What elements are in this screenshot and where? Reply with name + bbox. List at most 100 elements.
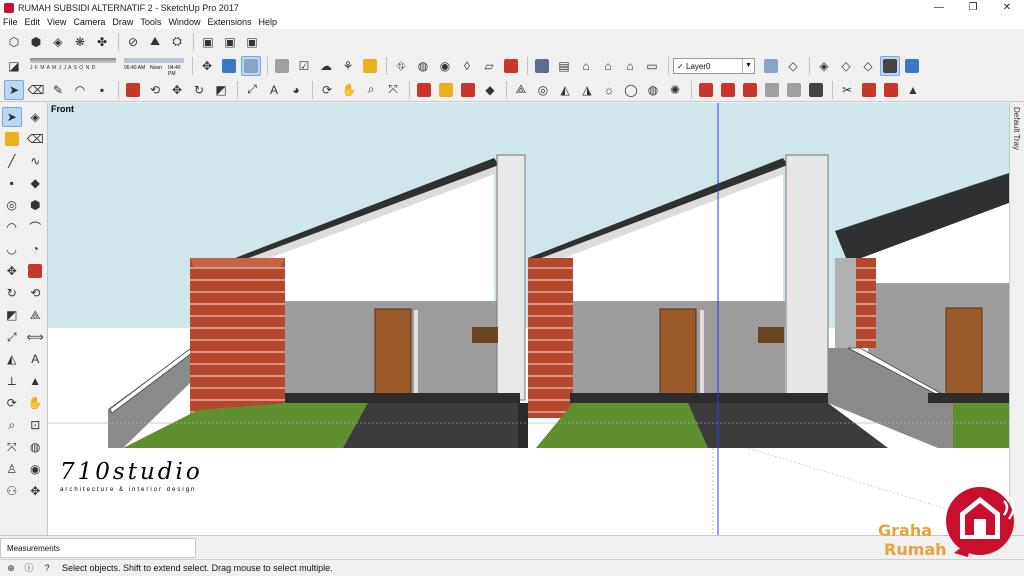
freehand-left-icon[interactable]: ∿ [25,151,45,171]
polygon-left-icon[interactable]: ⬢ [25,195,45,215]
paint-tool-icon[interactable]: ◕ [286,80,306,100]
close-button[interactable]: ✕ [990,0,1024,15]
walk-left-icon[interactable]: ⚇ [2,481,22,501]
outer-shell-icon[interactable] [806,80,826,100]
zoom-extents-left-icon[interactable]: ⤧ [2,437,22,457]
pan-tool-icon[interactable]: ✋ [339,80,359,100]
scale-left-icon[interactable]: ◩ [2,305,22,325]
scene-2-icon[interactable]: ▣ [220,32,240,52]
tape-measure-icon[interactable]: ⤢ [242,80,262,100]
paint-bucket-icon[interactable] [219,56,239,76]
tape-left-icon[interactable]: ⤢ [2,327,22,347]
geo-location-icon[interactable]: ⊕ [4,561,18,575]
scene-1-icon[interactable]: ▣ [198,32,218,52]
maximize-button[interactable]: ❐ [956,0,990,15]
3d-viewport[interactable]: Front 710studio architecture & interior … [48,103,1009,535]
text-tool-icon[interactable]: A [264,80,284,100]
shaded-texture-icon[interactable] [902,56,922,76]
push-pull-left-icon[interactable] [25,261,45,281]
move-tool-icon[interactable]: ✥ [167,80,187,100]
layer-select[interactable]: ✓ Layer0 ▼ [673,58,755,74]
section-left-icon[interactable]: ✥ [25,481,45,501]
sandbox-icon[interactable]: ⊘ [123,32,143,52]
solid-union-icon[interactable] [696,80,716,100]
menu-window[interactable]: Window [168,17,200,27]
top-view-icon[interactable]: ▤ [554,56,574,76]
eraser-left-icon[interactable]: ⌫ [25,129,45,149]
paint-left-icon[interactable] [2,129,22,149]
minimize-button[interactable]: — [922,0,956,15]
previous-view-left-icon[interactable]: ◍ [25,437,45,457]
chevron-down-icon[interactable]: ▼ [742,59,754,73]
light-icon[interactable]: ✺ [665,80,685,100]
menu-file[interactable]: File [3,17,18,27]
walk-icon[interactable]: ◍ [413,56,433,76]
add-location-icon[interactable] [360,56,380,76]
fog-icon[interactable]: ◮ [577,80,597,100]
menu-edit[interactable]: Edit [25,17,41,27]
sun-icon[interactable]: ☼ [599,80,619,100]
dimension-left-icon[interactable]: ⟺ [25,327,45,347]
xray-face-icon[interactable]: ◈ [814,56,834,76]
text-left-icon[interactable]: A [25,349,45,369]
circle-left-icon[interactable]: ◎ [2,195,22,215]
offset-left-icon[interactable]: ⟁ [25,305,45,325]
protractor-left-icon[interactable]: ◭ [2,349,22,369]
ruby-console-icon[interactable]: ◆ [480,80,500,100]
two-point-arc-left-icon[interactable]: ⌒ [25,217,45,237]
move-left-icon[interactable]: ✥ [2,261,22,281]
select-left-icon[interactable]: ➤ [1,107,22,127]
iso-view-icon[interactable] [532,56,552,76]
camera-position-icon[interactable]: ⛗ [391,56,411,76]
orbit-tool-icon[interactable]: ⟳ [317,80,337,100]
style-textured-icon[interactable]: ✤ [92,32,112,52]
layer-manager-icon[interactable] [761,56,781,76]
solid-intersect-icon[interactable] [718,80,738,100]
section-cut-icon[interactable]: ▱ [479,56,499,76]
back-view-icon[interactable]: ⌂ [620,56,640,76]
rotate-tool-icon[interactable]: ↻ [189,80,209,100]
eraser-style-icon[interactable]: ◪ [4,56,24,76]
position-camera-left-icon[interactable]: ♙ [2,459,22,479]
axes-left-icon[interactable]: ⟂ [2,371,22,391]
cloud-upload-icon[interactable]: ☁ [316,56,336,76]
look-around-icon[interactable]: ◉ [435,56,455,76]
solid-subtract-icon[interactable] [740,80,760,100]
select-tool-icon[interactable]: ➤ [4,79,24,100]
make-component-icon[interactable]: ◈ [25,107,45,127]
follow-me-icon[interactable]: ⟲ [145,80,165,100]
dynamic-component-icon[interactable]: ✂ [837,80,857,100]
shadow-month-slider[interactable]: J F M A M J J A S O N D [30,57,116,75]
style-shaded-icon[interactable]: ❋ [70,32,90,52]
default-tray[interactable]: Default Tray [1009,103,1024,535]
menu-draw[interactable]: Draw [112,17,133,27]
measurements-label[interactable]: Measurements [0,538,196,558]
warehouse-icon[interactable] [414,80,434,100]
guides-icon[interactable]: ◎ [533,80,553,100]
smoove-icon[interactable]: ⛭ [167,32,187,52]
follow-me-left-icon[interactable]: ⟲ [25,283,45,303]
layer-hide-icon[interactable]: ◇ [783,56,803,76]
rectangle-left-icon[interactable]: ▪ [2,173,22,193]
pie-left-icon[interactable]: ◔ [25,239,45,259]
extension-warehouse-icon[interactable]: ⚘ [338,56,358,76]
arc-tool-icon[interactable]: ◠ [70,80,90,100]
scene-3-icon[interactable]: ▣ [242,32,262,52]
rotated-rect-left-icon[interactable]: ◆ [25,173,45,193]
back-edges-icon[interactable]: ◇ [836,56,856,76]
component-icon[interactable] [272,56,292,76]
axes-icon[interactable]: ⟁ [511,80,531,100]
line-left-icon[interactable]: ╱ [2,151,22,171]
pan-icon[interactable] [241,56,261,76]
monochrome-face-icon[interactable] [880,56,900,76]
right-view-icon[interactable]: ⌂ [598,56,618,76]
menu-view[interactable]: View [47,17,66,27]
display-sections-icon[interactable] [501,56,521,76]
solid-trim-icon[interactable] [762,80,782,100]
left-view-icon[interactable]: ▭ [642,56,662,76]
zoom-tool-icon[interactable]: ⌕ [361,80,381,100]
zoom-left-icon[interactable]: ⌕ [2,415,22,435]
front-view-icon[interactable]: ⌂ [576,56,596,76]
pan-left-icon[interactable]: ✋ [25,393,45,413]
credits-icon[interactable]: ⓘ [22,561,36,575]
